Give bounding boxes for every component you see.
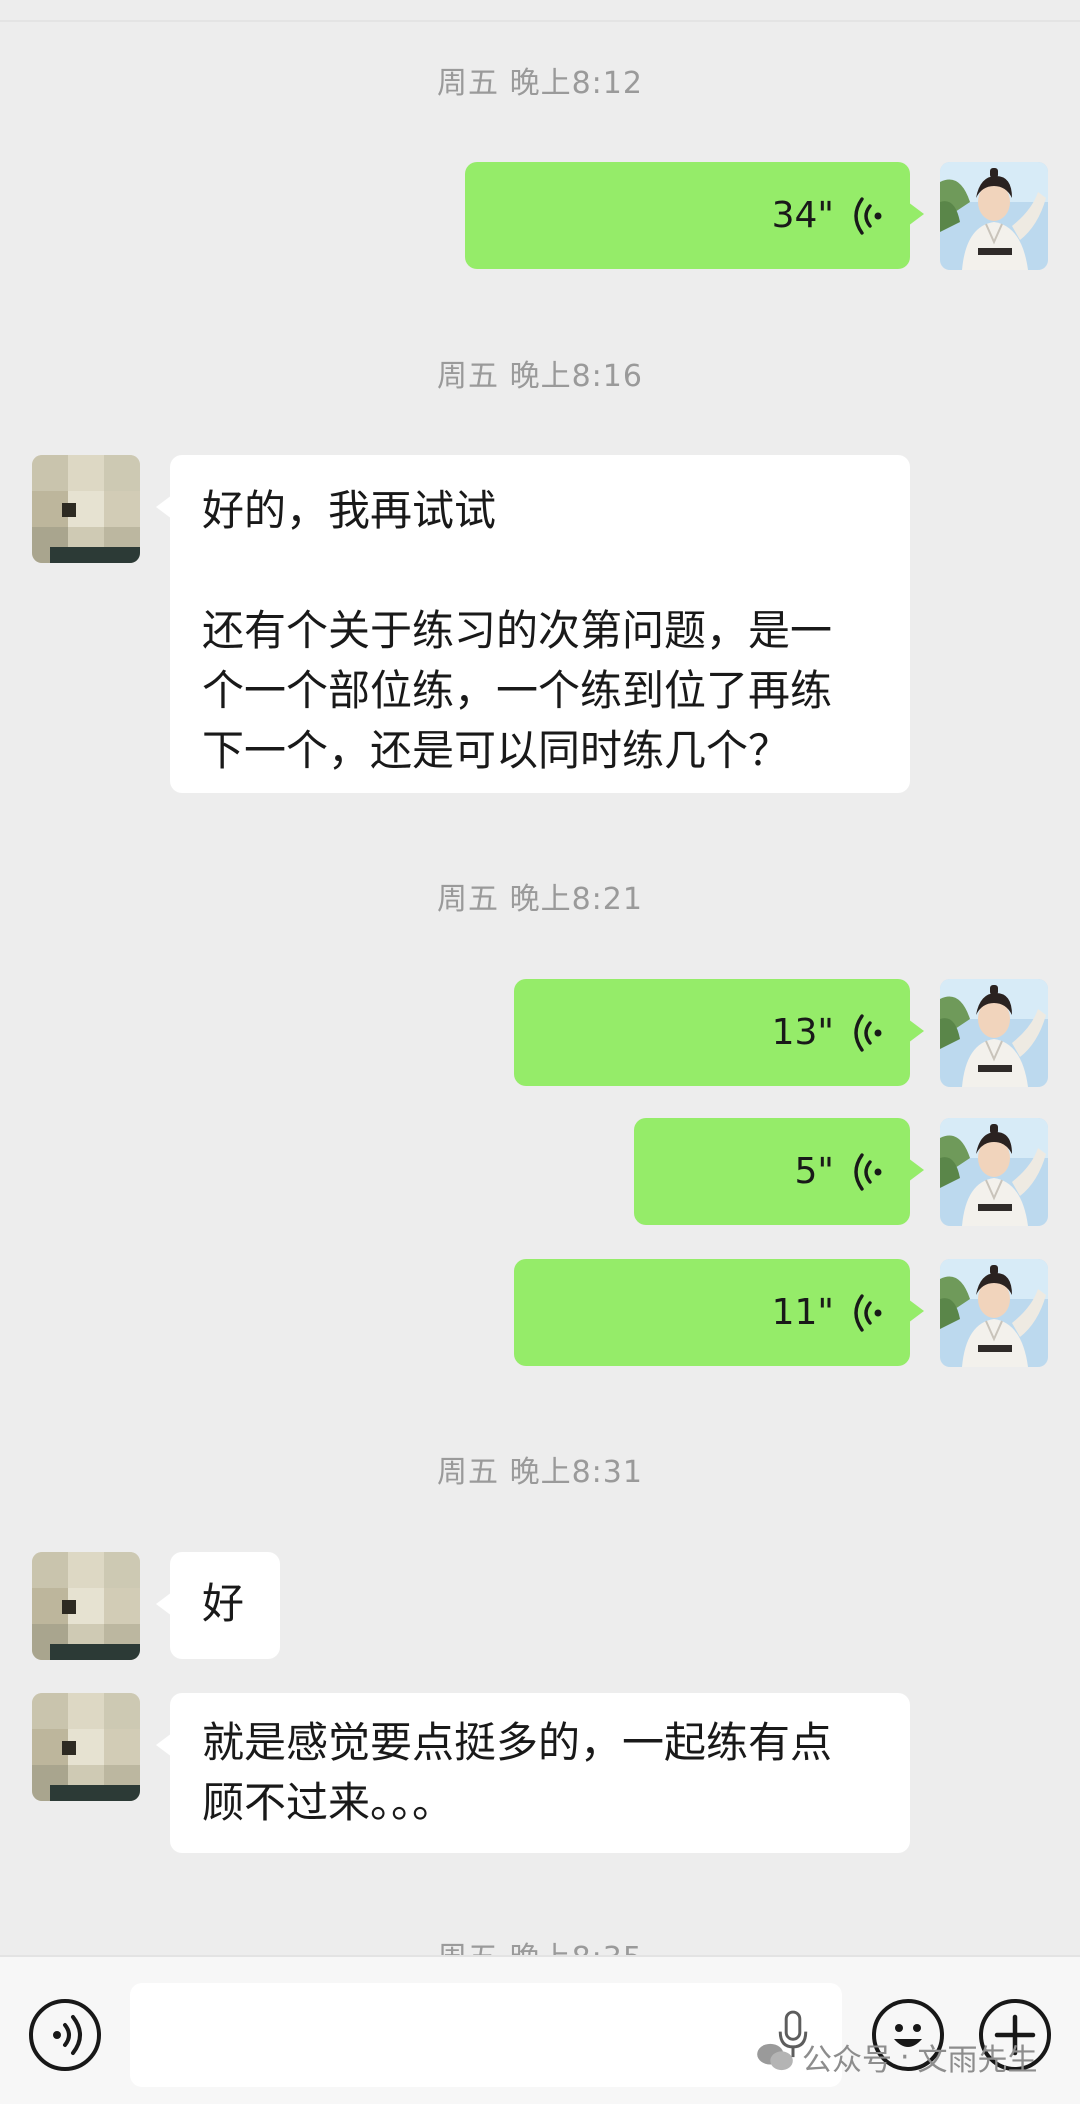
divider: [0, 20, 1080, 22]
my-avatar[interactable]: [940, 162, 1048, 270]
voice-message-content: 5": [795, 1118, 888, 1225]
my-avatar[interactable]: [940, 1118, 1048, 1226]
voice-duration: 13": [771, 1012, 834, 1053]
input-bar: 公众号 · 文雨先生: [0, 1955, 1080, 2104]
watermark-separator-icon: ·: [900, 2039, 910, 2075]
timestamp: 周五 晚上8:16: [437, 359, 643, 394]
contact-avatar[interactable]: [32, 1693, 140, 1801]
voice-message-bubble[interactable]: 13": [514, 979, 924, 1086]
voice-duration: 11": [771, 1292, 834, 1333]
text-message-bubble[interactable]: 就是感觉要点挺多的，一起练有点 顾不过来。。。: [156, 1693, 910, 1853]
timestamp: 周五 晚上8:35: [0, 1933, 1080, 1955]
voice-wave-icon: [848, 196, 888, 236]
watermark-name: 文雨先生: [917, 2043, 1038, 2078]
timestamp: 周五 晚上8:21: [437, 882, 643, 917]
message-input[interactable]: [130, 1983, 842, 2087]
text-message-bubble[interactable]: 好的，我再试试 还有个关于练习的次第问题，是一 个一个部位练，一个练到位了再练 …: [156, 455, 910, 793]
message-text: 就是感觉要点挺多的，一起练有点 顾不过来。。。: [202, 1718, 833, 1827]
voice-mode-icon[interactable]: [29, 1999, 101, 2071]
voice-message-content: 34": [772, 162, 888, 269]
voice-message-bubble[interactable]: 34": [465, 162, 924, 269]
voice-message-content: 13": [772, 979, 888, 1086]
chat-history[interactable]: 周五 晚上8:12 34" 周五 晚上8:16 好的，我再试试 还有个关于练习的…: [0, 0, 1080, 1955]
voice-message-bubble[interactable]: 5": [634, 1118, 924, 1225]
timestamp: 周五 晚上8:31: [437, 1455, 643, 1490]
message-text: 好的，我再试试 还有个关于练习的次第问题，是一 个一个部位练，一个练到位了再练 …: [202, 486, 833, 775]
voice-wave-icon: [848, 1152, 888, 1192]
voice-wave-icon: [848, 1013, 888, 1053]
voice-duration: 34": [771, 195, 834, 236]
watermark-prefix: 公众号: [802, 2043, 892, 2078]
contact-avatar[interactable]: [32, 455, 140, 563]
my-avatar[interactable]: [940, 1259, 1048, 1367]
text-message-bubble[interactable]: 好: [156, 1552, 280, 1659]
contact-avatar[interactable]: [32, 1552, 140, 1660]
my-avatar[interactable]: [940, 979, 1048, 1087]
timestamp: 周五 晚上8:12: [437, 66, 643, 101]
voice-wave-icon: [848, 1293, 888, 1333]
wechat-logo-icon: [757, 2043, 793, 2071]
voice-message-content: 11": [772, 1259, 888, 1366]
message-text: 好: [202, 1579, 245, 1628]
watermark: 公众号 · 文雨先生: [756, 2035, 1038, 2079]
voice-message-bubble[interactable]: 11": [514, 1259, 924, 1366]
voice-duration: 5": [794, 1151, 834, 1192]
